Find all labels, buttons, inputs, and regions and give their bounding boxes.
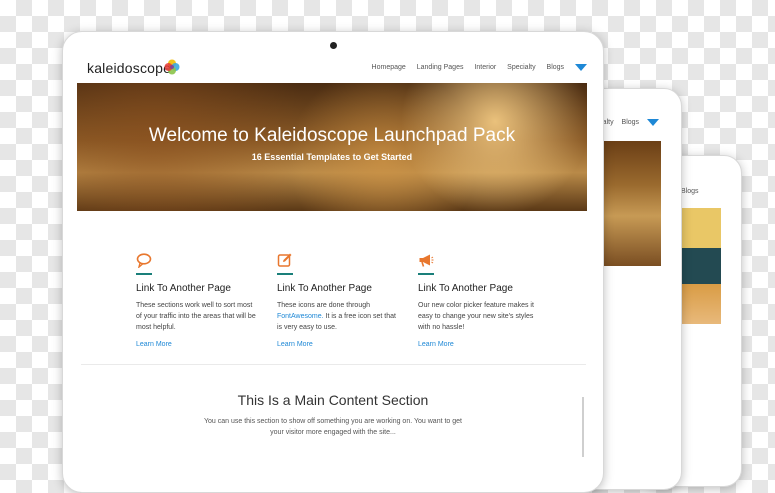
nav-item-blogs[interactable]: Blogs: [547, 64, 565, 71]
nav-item-interior[interactable]: Interior: [474, 64, 496, 71]
feature-underline: [136, 273, 152, 275]
nav-item-homepage[interactable]: Homepage: [372, 64, 406, 71]
nav-item-landing-pages[interactable]: Landing Pages: [417, 64, 464, 71]
learn-more-link[interactable]: Learn More: [418, 341, 538, 348]
section-divider: [81, 364, 586, 365]
main-navigation: Homepage Landing Pages Interior Specialt…: [363, 64, 587, 71]
nav-item-blogs[interactable]: Blogs: [622, 119, 640, 126]
preview-band-amber: [681, 284, 721, 324]
hero-image-partial: [601, 141, 661, 266]
feature-underline: [277, 273, 293, 275]
feature-card: Link To Another Page Our new color picke…: [418, 252, 538, 348]
hero-title: Welcome to Kaleidoscope Launchpad Pack: [148, 125, 516, 146]
feature-body: These icons are done through FontAwesome.…: [277, 300, 397, 333]
main-section-body: You can use this section to show off som…: [203, 418, 462, 436]
main-tablet: kaleidoscope Homepage Landing Pages Inte…: [62, 31, 604, 493]
chevron-down-icon[interactable]: [575, 64, 587, 71]
logo-text[interactable]: kaleidoscope: [87, 60, 171, 76]
edit-icon: [277, 252, 295, 270]
nav-item-specialty[interactable]: Specialty: [507, 64, 535, 71]
nav-partial: Blogs: [681, 188, 699, 195]
feature-body: These sections work well to sort most of…: [136, 302, 256, 331]
megaphone-icon: [418, 252, 436, 270]
feature-title[interactable]: Link To Another Page: [418, 283, 538, 294]
nav-item-blogs[interactable]: Blogs: [681, 188, 699, 195]
scrollbar[interactable]: [582, 397, 584, 457]
feature-underline: [418, 273, 434, 275]
fontawesome-link[interactable]: FontAwesome.: [277, 313, 324, 320]
main-section-title: This Is a Main Content Section: [237, 392, 429, 408]
feature-body: Our new color picker feature makes it ea…: [418, 302, 534, 331]
header: kaleidoscope Homepage Landing Pages Inte…: [63, 32, 603, 82]
kaleidoscope-logo-icon: [164, 59, 180, 75]
chevron-down-icon[interactable]: [647, 119, 659, 126]
feature-card: Link To Another Page These icons are don…: [277, 252, 397, 348]
hero-subtitle: 16 Essential Templates to Get Started: [251, 152, 413, 162]
preview-band-yellow: [681, 208, 721, 248]
learn-more-link[interactable]: Learn More: [277, 341, 397, 348]
preview-band-teal: [681, 248, 721, 284]
feature-card: Link To Another Page These sections work…: [136, 252, 256, 348]
learn-more-link[interactable]: Learn More: [136, 341, 256, 348]
feature-title[interactable]: Link To Another Page: [277, 283, 397, 294]
speech-bubble-icon: [136, 252, 154, 270]
hero-banner: Welcome to Kaleidoscope Launchpad Pack 1…: [77, 83, 587, 211]
feature-title[interactable]: Link To Another Page: [136, 283, 256, 294]
feature-body-text: These icons are done through: [277, 302, 371, 309]
